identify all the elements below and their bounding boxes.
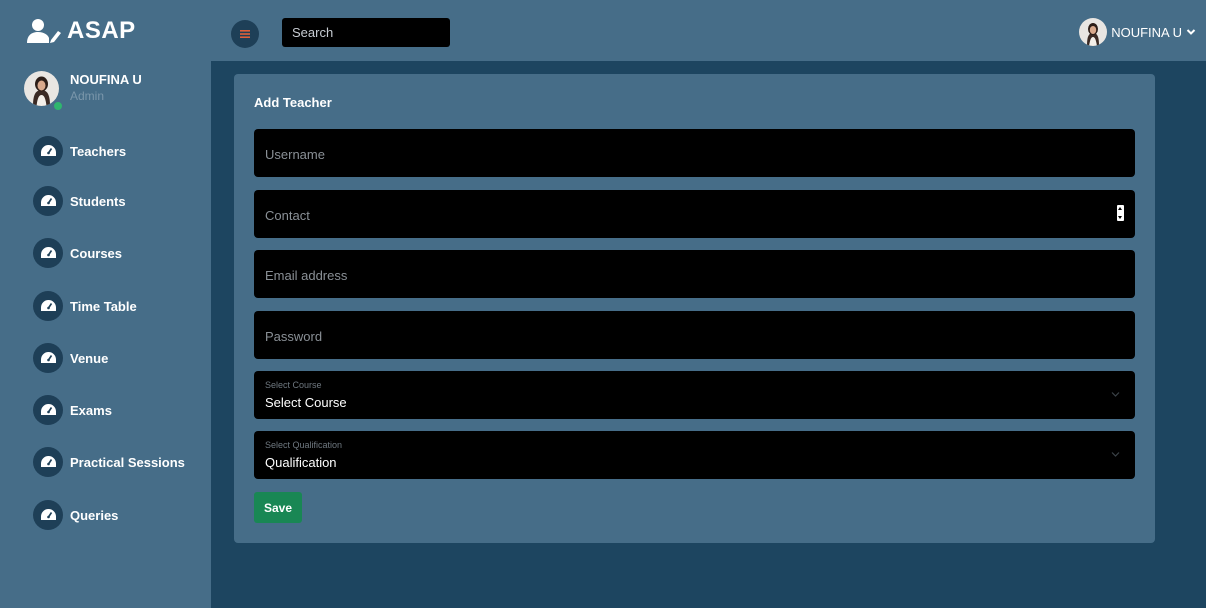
- sidebar-item-venue[interactable]: Venue: [33, 342, 108, 374]
- contact-input[interactable]: [254, 190, 1135, 238]
- search-input[interactable]: [282, 18, 450, 47]
- sidebar-item-label: Venue: [70, 350, 109, 366]
- chevron-down-icon: [1186, 29, 1196, 35]
- sidebar-item-teachers[interactable]: Teachers: [33, 135, 126, 167]
- sidebar: NOUFINA U Admin Teachers Students Course…: [0, 61, 211, 608]
- sidebar-item-label: Time Table: [70, 298, 137, 314]
- speedometer-icon: [33, 395, 63, 425]
- email-input[interactable]: [254, 250, 1135, 298]
- speedometer-icon: [33, 447, 63, 477]
- number-spinner[interactable]: [1117, 205, 1124, 221]
- speedometer-icon: [33, 136, 63, 166]
- user-menu-dropdown[interactable]: NOUFINA U: [1079, 17, 1196, 47]
- speedometer-icon: [33, 238, 63, 268]
- profile-role: Admin: [70, 89, 105, 103]
- save-button[interactable]: Save: [254, 492, 302, 523]
- sidebar-item-queries[interactable]: Queries: [33, 499, 118, 531]
- card-title: Add Teacher: [254, 95, 332, 110]
- sidebar-item-label: Courses: [70, 245, 123, 261]
- online-status-dot: [52, 100, 64, 112]
- password-field: [254, 311, 1135, 359]
- sidebar-item-time-table[interactable]: Time Table: [33, 290, 137, 322]
- course-select-label: Select Course: [265, 380, 322, 390]
- chevron-down-icon: [1111, 392, 1120, 397]
- top-bar: ASAP NOUFINA U: [0, 0, 1206, 61]
- sidebar-item-label: Queries: [70, 507, 119, 523]
- qualification-select[interactable]: Select Qualification Qualification: [254, 431, 1135, 479]
- email-field: [254, 250, 1135, 298]
- hamburger-icon: [240, 30, 250, 38]
- sidebar-item-practical-sessions[interactable]: Practical Sessions: [33, 446, 185, 478]
- sidebar-profile: NOUFINA U Admin: [24, 69, 204, 113]
- username-field: [254, 129, 1135, 177]
- sidebar-item-label: Exams: [70, 402, 112, 418]
- user-edit-icon: [27, 19, 61, 43]
- speedometer-icon: [33, 291, 63, 321]
- speedometer-icon: [33, 186, 63, 216]
- qualification-select-value: Qualification: [265, 455, 337, 470]
- username-input[interactable]: [254, 129, 1135, 177]
- sidebar-item-label: Students: [70, 193, 126, 209]
- brand-logo[interactable]: ASAP: [27, 14, 136, 48]
- password-input[interactable]: [254, 311, 1135, 359]
- sidebar-item-students[interactable]: Students: [33, 185, 126, 217]
- avatar: [1079, 18, 1108, 46]
- user-menu-name: NOUFINA U: [1111, 24, 1182, 40]
- sidebar-item-courses[interactable]: Courses: [33, 237, 122, 269]
- sidebar-item-label: Practical Sessions: [70, 454, 185, 470]
- sidebar-item-exams[interactable]: Exams: [33, 394, 112, 426]
- speedometer-icon: [33, 500, 63, 530]
- profile-name: NOUFINA U: [70, 72, 142, 87]
- course-select-value: Select Course: [265, 395, 347, 410]
- speedometer-icon: [33, 343, 63, 373]
- add-teacher-card: Add Teacher Select Course Select Course …: [234, 74, 1155, 543]
- qualification-select-label: Select Qualification: [265, 440, 343, 450]
- chevron-down-icon: [1111, 452, 1120, 457]
- menu-toggle-button[interactable]: [231, 20, 259, 48]
- course-select[interactable]: Select Course Select Course: [254, 371, 1135, 419]
- sidebar-item-label: Teachers: [70, 143, 127, 159]
- contact-field: [254, 190, 1135, 238]
- brand-name: ASAP: [67, 17, 136, 44]
